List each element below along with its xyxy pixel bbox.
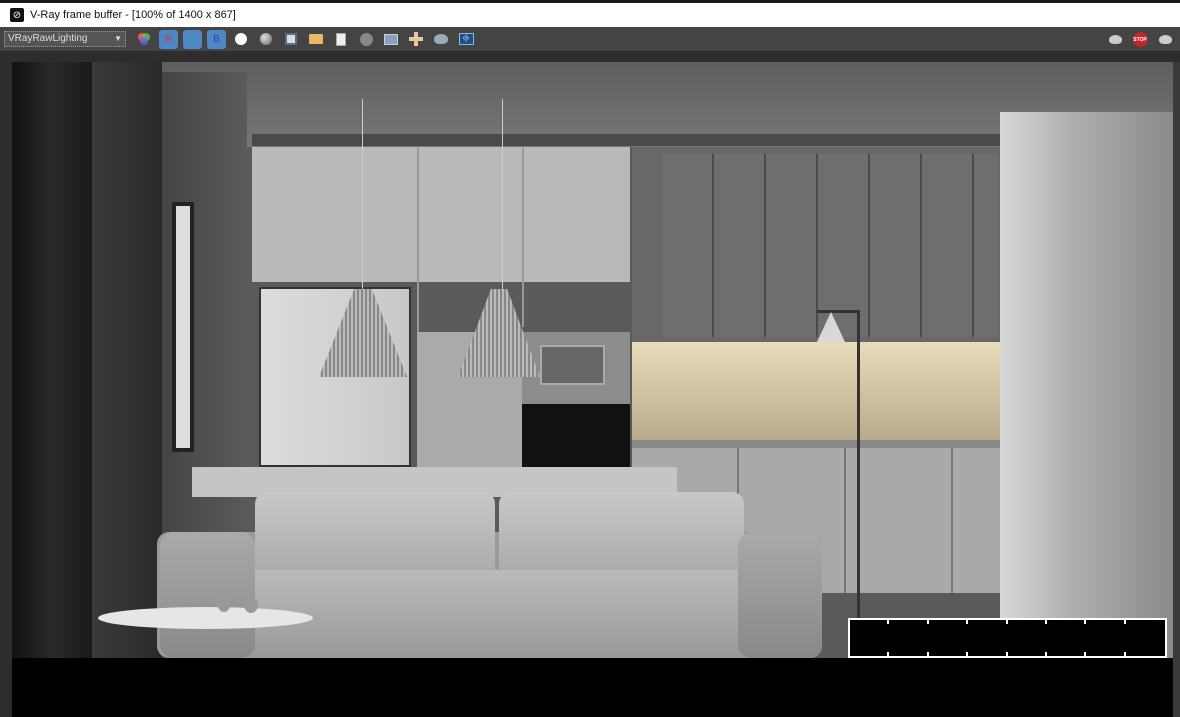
green-channel-button[interactable]: G — [183, 29, 202, 49]
channel-select-value: VRayRawLighting — [8, 33, 88, 44]
stop-render-button[interactable]: STOP — [1130, 30, 1150, 50]
render-bucket — [889, 620, 930, 656]
channel-select[interactable]: VRayRawLighting ▼ — [4, 31, 126, 47]
blue-label: B — [213, 33, 220, 45]
render-buckets — [848, 618, 1167, 658]
blue-channel-button[interactable]: B — [207, 29, 226, 49]
stop-label: STOP — [1132, 32, 1148, 47]
render-bucket — [1126, 620, 1165, 656]
red-label: R — [164, 33, 173, 45]
title-bar: ⊘ V-Ray frame buffer - [100% of 1400 x 8… — [0, 0, 1180, 27]
render-viewport[interactable] — [0, 53, 1180, 717]
open-folder-icon[interactable] — [306, 29, 326, 49]
red-channel-button[interactable]: R — [159, 29, 178, 49]
vertical-scrollbar[interactable] — [1173, 62, 1180, 717]
toolbar: VRayRawLighting ▼ R G B ‹|› STOP — [0, 27, 1180, 52]
render-bucket — [1086, 620, 1127, 656]
compare-icon[interactable] — [381, 29, 401, 49]
white-circle-icon[interactable] — [231, 29, 251, 49]
lens-effects-icon[interactable]: ‹|› — [456, 29, 476, 49]
window-title: V-Ray frame buffer - [100% of 1400 x 867… — [30, 9, 236, 21]
render-controls: STOP — [1105, 27, 1180, 52]
color-channels-icon[interactable] — [134, 29, 154, 49]
render-bucket — [968, 620, 1008, 656]
render-bucket — [1008, 620, 1048, 656]
render-bucket — [1047, 620, 1087, 656]
clipboard-icon[interactable] — [331, 29, 351, 49]
clear-icon[interactable] — [356, 29, 376, 49]
render-canvas[interactable] — [12, 62, 1173, 717]
vray-logo-icon: ⊘ — [10, 8, 24, 22]
green-label: G — [188, 33, 197, 45]
render-bucket — [850, 620, 890, 656]
save-icon[interactable] — [281, 29, 301, 49]
render-teapot-icon[interactable] — [1105, 30, 1125, 50]
region-render-icon[interactable] — [406, 29, 426, 49]
render-interactive-icon[interactable] — [1155, 30, 1175, 50]
teapot-render-icon[interactable] — [431, 29, 451, 49]
render-bucket — [929, 620, 969, 656]
rendered-image — [12, 62, 1173, 658]
gray-circle-icon[interactable] — [256, 29, 276, 49]
chevron-down-icon: ▼ — [114, 34, 122, 43]
